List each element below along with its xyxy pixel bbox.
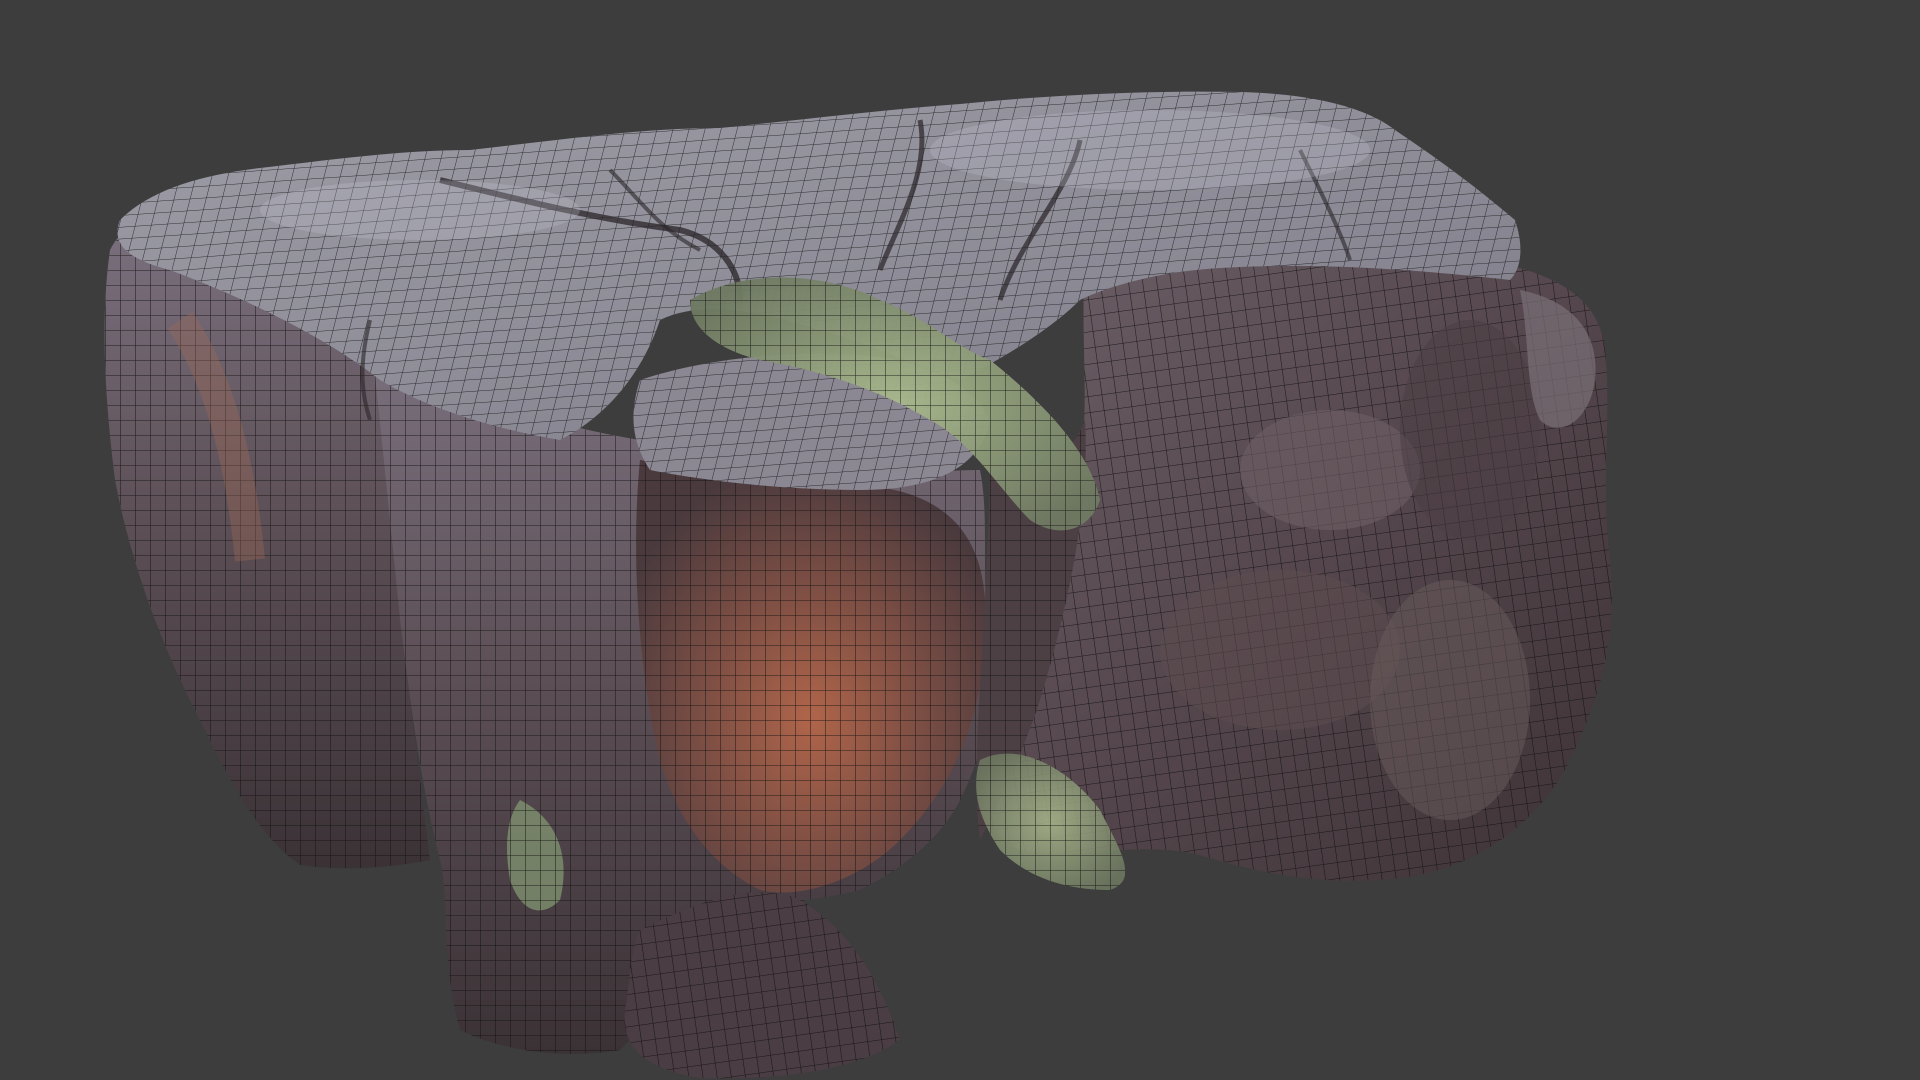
3d-viewport[interactable] (0, 0, 1920, 1080)
viewport-canvas[interactable] (0, 0, 1920, 1080)
